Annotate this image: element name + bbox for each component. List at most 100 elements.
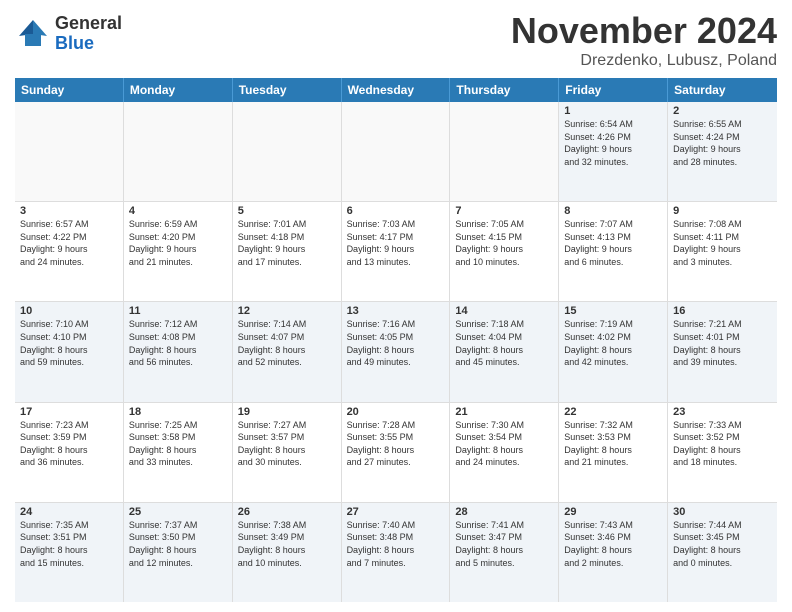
- day-info: Sunrise: 7:38 AM Sunset: 3:49 PM Dayligh…: [238, 519, 336, 569]
- calendar-cell-22: 22Sunrise: 7:32 AM Sunset: 3:53 PM Dayli…: [559, 403, 668, 502]
- header-row: General Blue November 2024 Drezdenko, Lu…: [15, 10, 777, 70]
- day-number: 4: [129, 205, 227, 217]
- day-number: 24: [20, 506, 118, 518]
- day-number: 28: [455, 506, 553, 518]
- day-number: 6: [347, 205, 445, 217]
- calendar-cell-27: 27Sunrise: 7:40 AM Sunset: 3:48 PM Dayli…: [342, 503, 451, 602]
- day-number: 23: [673, 406, 772, 418]
- day-info: Sunrise: 7:08 AM Sunset: 4:11 PM Dayligh…: [673, 218, 772, 268]
- logo-icon: [15, 16, 51, 52]
- day-number: 12: [238, 305, 336, 317]
- calendar-cell-1: 1Sunrise: 6:54 AM Sunset: 4:26 PM Daylig…: [559, 102, 668, 201]
- day-number: 30: [673, 506, 772, 518]
- day-info: Sunrise: 7:41 AM Sunset: 3:47 PM Dayligh…: [455, 519, 553, 569]
- logo-text: General Blue: [55, 14, 122, 54]
- day-info: Sunrise: 7:25 AM Sunset: 3:58 PM Dayligh…: [129, 419, 227, 469]
- day-info: Sunrise: 7:10 AM Sunset: 4:10 PM Dayligh…: [20, 318, 118, 368]
- calendar-cell-empty: [233, 102, 342, 201]
- calendar-cell-13: 13Sunrise: 7:16 AM Sunset: 4:05 PM Dayli…: [342, 302, 451, 401]
- calendar-cell-empty: [342, 102, 451, 201]
- calendar-row-2: 10Sunrise: 7:10 AM Sunset: 4:10 PM Dayli…: [15, 302, 777, 402]
- day-info: Sunrise: 7:33 AM Sunset: 3:52 PM Dayligh…: [673, 419, 772, 469]
- day-info: Sunrise: 7:07 AM Sunset: 4:13 PM Dayligh…: [564, 218, 662, 268]
- logo: General Blue: [15, 14, 122, 54]
- calendar-cell-14: 14Sunrise: 7:18 AM Sunset: 4:04 PM Dayli…: [450, 302, 559, 401]
- day-number: 15: [564, 305, 662, 317]
- calendar-cell-empty: [450, 102, 559, 201]
- day-info: Sunrise: 6:59 AM Sunset: 4:20 PM Dayligh…: [129, 218, 227, 268]
- day-number: 5: [238, 205, 336, 217]
- day-number: 29: [564, 506, 662, 518]
- calendar-cell-23: 23Sunrise: 7:33 AM Sunset: 3:52 PM Dayli…: [668, 403, 777, 502]
- day-number: 27: [347, 506, 445, 518]
- page: General Blue November 2024 Drezdenko, Lu…: [0, 0, 792, 612]
- logo-general: General: [55, 14, 122, 34]
- day-number: 19: [238, 406, 336, 418]
- day-number: 2: [673, 105, 772, 117]
- day-info: Sunrise: 7:23 AM Sunset: 3:59 PM Dayligh…: [20, 419, 118, 469]
- day-info: Sunrise: 7:18 AM Sunset: 4:04 PM Dayligh…: [455, 318, 553, 368]
- calendar-header: SundayMondayTuesdayWednesdayThursdayFrid…: [15, 78, 777, 102]
- calendar-cell-30: 30Sunrise: 7:44 AM Sunset: 3:45 PM Dayli…: [668, 503, 777, 602]
- calendar-cell-26: 26Sunrise: 7:38 AM Sunset: 3:49 PM Dayli…: [233, 503, 342, 602]
- month-title: November 2024: [511, 10, 777, 52]
- calendar-row-4: 24Sunrise: 7:35 AM Sunset: 3:51 PM Dayli…: [15, 503, 777, 602]
- day-info: Sunrise: 7:35 AM Sunset: 3:51 PM Dayligh…: [20, 519, 118, 569]
- calendar-cell-28: 28Sunrise: 7:41 AM Sunset: 3:47 PM Dayli…: [450, 503, 559, 602]
- day-number: 8: [564, 205, 662, 217]
- day-info: Sunrise: 7:19 AM Sunset: 4:02 PM Dayligh…: [564, 318, 662, 368]
- day-info: Sunrise: 7:37 AM Sunset: 3:50 PM Dayligh…: [129, 519, 227, 569]
- day-number: 18: [129, 406, 227, 418]
- header-day-wednesday: Wednesday: [342, 78, 451, 102]
- day-number: 26: [238, 506, 336, 518]
- calendar-cell-7: 7Sunrise: 7:05 AM Sunset: 4:15 PM Daylig…: [450, 202, 559, 301]
- day-number: 3: [20, 205, 118, 217]
- day-info: Sunrise: 7:21 AM Sunset: 4:01 PM Dayligh…: [673, 318, 772, 368]
- day-info: Sunrise: 7:44 AM Sunset: 3:45 PM Dayligh…: [673, 519, 772, 569]
- calendar-cell-5: 5Sunrise: 7:01 AM Sunset: 4:18 PM Daylig…: [233, 202, 342, 301]
- header-day-monday: Monday: [124, 78, 233, 102]
- calendar-row-1: 3Sunrise: 6:57 AM Sunset: 4:22 PM Daylig…: [15, 202, 777, 302]
- calendar-cell-15: 15Sunrise: 7:19 AM Sunset: 4:02 PM Dayli…: [559, 302, 668, 401]
- title-block: November 2024 Drezdenko, Lubusz, Poland: [511, 10, 777, 70]
- location-title: Drezdenko, Lubusz, Poland: [511, 52, 777, 70]
- day-info: Sunrise: 6:54 AM Sunset: 4:26 PM Dayligh…: [564, 118, 662, 168]
- calendar: SundayMondayTuesdayWednesdayThursdayFrid…: [15, 78, 777, 602]
- calendar-cell-2: 2Sunrise: 6:55 AM Sunset: 4:24 PM Daylig…: [668, 102, 777, 201]
- day-number: 1: [564, 105, 662, 117]
- day-number: 10: [20, 305, 118, 317]
- day-info: Sunrise: 7:14 AM Sunset: 4:07 PM Dayligh…: [238, 318, 336, 368]
- calendar-cell-10: 10Sunrise: 7:10 AM Sunset: 4:10 PM Dayli…: [15, 302, 124, 401]
- calendar-cell-8: 8Sunrise: 7:07 AM Sunset: 4:13 PM Daylig…: [559, 202, 668, 301]
- day-number: 16: [673, 305, 772, 317]
- day-number: 17: [20, 406, 118, 418]
- day-info: Sunrise: 7:05 AM Sunset: 4:15 PM Dayligh…: [455, 218, 553, 268]
- day-info: Sunrise: 6:57 AM Sunset: 4:22 PM Dayligh…: [20, 218, 118, 268]
- day-info: Sunrise: 7:28 AM Sunset: 3:55 PM Dayligh…: [347, 419, 445, 469]
- day-number: 22: [564, 406, 662, 418]
- calendar-cell-16: 16Sunrise: 7:21 AM Sunset: 4:01 PM Dayli…: [668, 302, 777, 401]
- calendar-cell-4: 4Sunrise: 6:59 AM Sunset: 4:20 PM Daylig…: [124, 202, 233, 301]
- header-day-friday: Friday: [559, 78, 668, 102]
- day-number: 25: [129, 506, 227, 518]
- day-number: 11: [129, 305, 227, 317]
- day-number: 20: [347, 406, 445, 418]
- calendar-body: 1Sunrise: 6:54 AM Sunset: 4:26 PM Daylig…: [15, 102, 777, 602]
- calendar-cell-9: 9Sunrise: 7:08 AM Sunset: 4:11 PM Daylig…: [668, 202, 777, 301]
- day-number: 21: [455, 406, 553, 418]
- calendar-cell-21: 21Sunrise: 7:30 AM Sunset: 3:54 PM Dayli…: [450, 403, 559, 502]
- header-day-thursday: Thursday: [450, 78, 559, 102]
- calendar-cell-17: 17Sunrise: 7:23 AM Sunset: 3:59 PM Dayli…: [15, 403, 124, 502]
- day-info: Sunrise: 7:40 AM Sunset: 3:48 PM Dayligh…: [347, 519, 445, 569]
- calendar-cell-29: 29Sunrise: 7:43 AM Sunset: 3:46 PM Dayli…: [559, 503, 668, 602]
- day-info: Sunrise: 7:12 AM Sunset: 4:08 PM Dayligh…: [129, 318, 227, 368]
- day-info: Sunrise: 7:43 AM Sunset: 3:46 PM Dayligh…: [564, 519, 662, 569]
- calendar-cell-25: 25Sunrise: 7:37 AM Sunset: 3:50 PM Dayli…: [124, 503, 233, 602]
- calendar-cell-19: 19Sunrise: 7:27 AM Sunset: 3:57 PM Dayli…: [233, 403, 342, 502]
- logo-blue: Blue: [55, 34, 122, 54]
- calendar-row-0: 1Sunrise: 6:54 AM Sunset: 4:26 PM Daylig…: [15, 102, 777, 202]
- header-day-sunday: Sunday: [15, 78, 124, 102]
- calendar-cell-empty: [124, 102, 233, 201]
- day-number: 7: [455, 205, 553, 217]
- calendar-row-3: 17Sunrise: 7:23 AM Sunset: 3:59 PM Dayli…: [15, 403, 777, 503]
